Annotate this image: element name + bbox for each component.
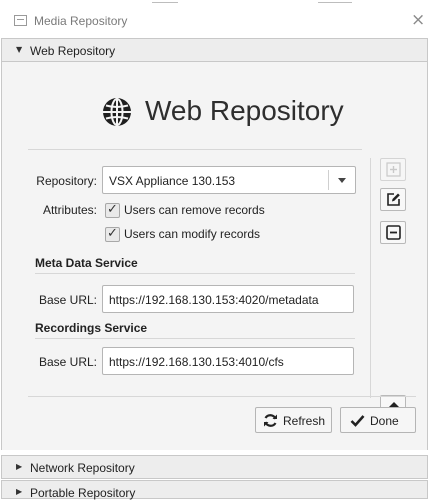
recordings-service-title: Recordings Service xyxy=(35,321,148,335)
recordings-base-url-value: https://192.168.130.153:4010/cfs xyxy=(109,355,284,369)
done-label: Done xyxy=(370,414,399,428)
refresh-icon xyxy=(264,414,277,427)
web-repository-panel: Web Repository Repository: VSX Appliance… xyxy=(1,62,428,450)
close-icon[interactable]: × xyxy=(411,10,425,30)
remove-records-checkbox[interactable]: ✓ xyxy=(105,202,120,218)
add-button[interactable] xyxy=(380,158,406,181)
checkmark-icon: ✓ xyxy=(107,226,118,241)
add-icon xyxy=(386,162,401,177)
meta-base-url-value: https://192.168.130.153:4020/metadata xyxy=(109,293,319,307)
checkmark-icon: ✓ xyxy=(107,202,118,217)
divider-bottom xyxy=(28,396,416,397)
network-repository-header[interactable]: ▶ Network Repository xyxy=(1,455,428,479)
recordings-base-url-label: Base URL: xyxy=(38,355,97,369)
repository-select[interactable]: VSX Appliance 130.153 xyxy=(102,166,356,194)
panel-heading-text: Web Repository xyxy=(145,95,344,126)
remove-icon xyxy=(386,225,401,240)
collapse-arrow-icon: ▼ xyxy=(16,45,23,54)
refresh-label: Refresh xyxy=(283,414,326,428)
meta-base-url-label: Base URL: xyxy=(38,293,97,307)
refresh-button[interactable]: Refresh xyxy=(255,407,332,433)
chevron-down-icon xyxy=(338,178,346,183)
window-icon xyxy=(14,15,27,26)
remove-records-label: Users can remove records xyxy=(124,203,265,217)
portable-repository-header-label: Portable Repository xyxy=(30,486,136,500)
divider-top xyxy=(28,149,362,150)
title-bar: Media Repository × xyxy=(0,8,429,36)
web-repository-header-label: Web Repository xyxy=(30,44,116,58)
recordings-base-url-input[interactable]: https://192.168.130.153:4010/cfs xyxy=(102,347,354,375)
remove-button[interactable] xyxy=(380,221,406,244)
web-repository-header[interactable]: ▼ Web Repository xyxy=(1,38,428,62)
vertical-divider xyxy=(370,158,371,398)
repository-label: Repository: xyxy=(36,174,97,188)
expand-arrow-icon: ▶ xyxy=(16,487,23,496)
portable-repository-header[interactable]: ▶ Portable Repository xyxy=(1,480,428,500)
attributes-label: Attributes: xyxy=(42,203,97,217)
globe-icon xyxy=(103,98,131,126)
done-button[interactable]: Done xyxy=(340,407,416,433)
checkmark-icon xyxy=(350,415,365,427)
modify-records-checkbox[interactable]: ✓ xyxy=(105,226,120,242)
select-separator xyxy=(328,170,329,190)
modify-records-label: Users can modify records xyxy=(124,227,261,241)
meta-data-service-title: Meta Data Service xyxy=(35,256,138,270)
expand-arrow-icon: ▶ xyxy=(16,462,23,471)
meta-divider xyxy=(35,273,355,274)
window-title: Media Repository xyxy=(34,14,128,28)
edit-button[interactable] xyxy=(380,188,406,211)
edit-icon xyxy=(387,193,400,206)
recordings-divider xyxy=(35,338,355,339)
repository-select-value: VSX Appliance 130.153 xyxy=(109,174,236,188)
meta-base-url-input[interactable]: https://192.168.130.153:4020/metadata xyxy=(102,285,354,313)
background-window-edge xyxy=(0,0,429,8)
network-repository-header-label: Network Repository xyxy=(30,461,135,475)
